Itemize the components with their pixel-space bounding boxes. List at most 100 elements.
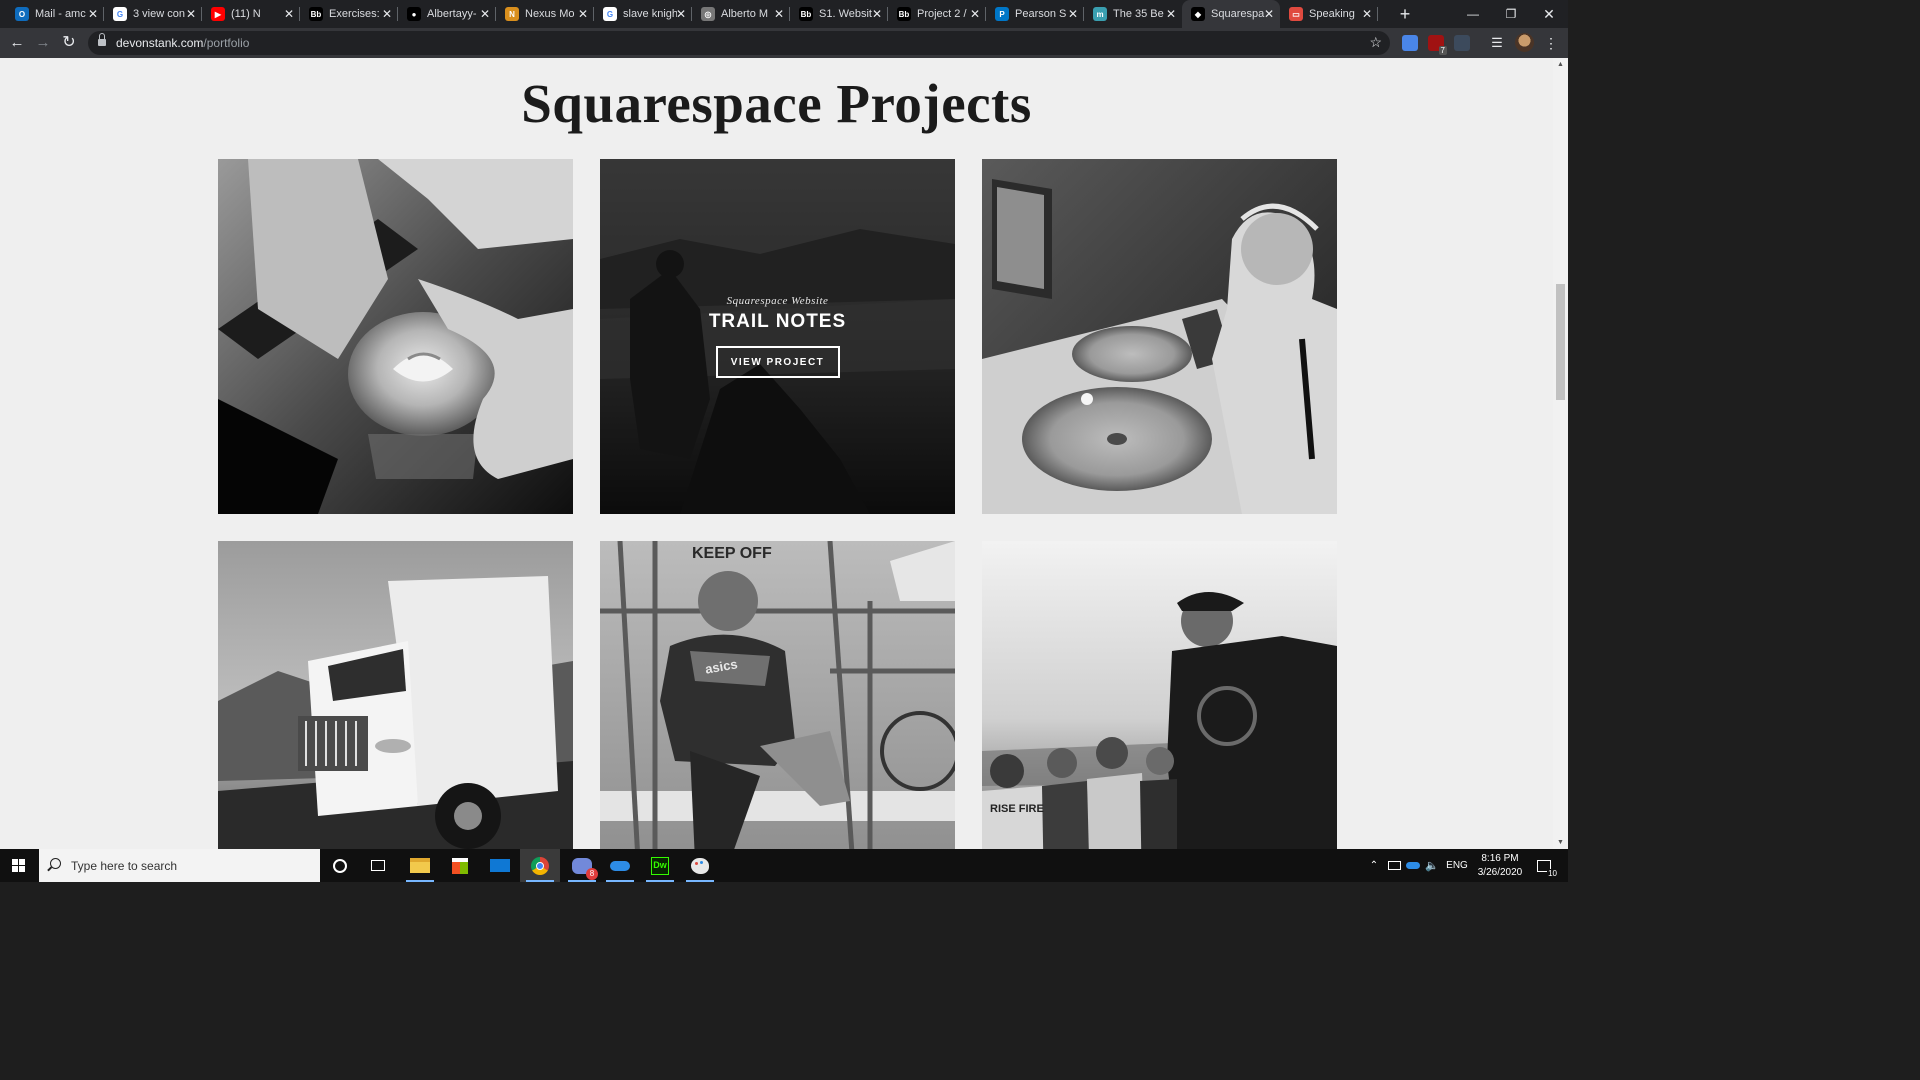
notification-count: 10 <box>1547 868 1558 878</box>
browser-tab[interactable]: m The 35 Be ✕ <box>1084 0 1182 28</box>
close-tab-icon[interactable]: ✕ <box>186 7 196 21</box>
browser-tab[interactable]: Gslave knigh ✕ <box>594 0 692 28</box>
dreamweaver-icon[interactable]: Dw <box>640 849 680 882</box>
close-tab-icon[interactable]: ✕ <box>88 7 98 21</box>
project-tile-trail-notes[interactable]: Squarespace Website TRAIL NOTES VIEW PRO… <box>600 159 955 514</box>
clock-time: 8:16 PM <box>1481 853 1519 864</box>
chrome-taskbar-icon[interactable] <box>520 849 560 882</box>
network-icon[interactable] <box>1385 849 1403 882</box>
browser-tab[interactable]: N Nexus Mo ✕ <box>496 0 594 28</box>
notifications-icon[interactable]: 10 <box>1532 849 1558 882</box>
squarespace-icon: ◆ <box>1191 7 1205 21</box>
profile-avatar[interactable] <box>1515 33 1534 52</box>
mail-icon[interactable] <box>480 849 520 882</box>
medium-icon: m <box>1093 7 1107 21</box>
clock-date: 3/26/2020 <box>1477 867 1523 878</box>
project-title: TRAIL NOTES <box>708 311 847 332</box>
page-scrollbar[interactable]: ▲ ▼ <box>1553 58 1568 849</box>
close-tab-icon[interactable]: ✕ <box>970 7 980 21</box>
media-control-icon[interactable]: ☰ <box>1486 33 1508 53</box>
browser-tab[interactable]: P Pearson S ✕ <box>986 0 1084 28</box>
close-tab-icon[interactable]: ✕ <box>1068 7 1078 21</box>
browser-tab[interactable]: O Mail - amc ✕ <box>6 0 104 28</box>
tab-title: Albertayy- <box>427 8 477 20</box>
tab-title: The 35 Be <box>1113 8 1164 20</box>
browser-tab[interactable]: Bb Project 2 /✕ <box>888 0 986 28</box>
reload-icon[interactable]: ↻ <box>58 33 80 53</box>
tab-separator <box>1377 7 1378 21</box>
shirt-text: RISE FIRE <box>990 803 1044 815</box>
scroll-up-arrow-icon[interactable]: ▲ <box>1557 61 1564 68</box>
close-window-button[interactable]: ✕ <box>1530 0 1568 28</box>
pearson-icon: P <box>995 7 1009 21</box>
project-tile-dj[interactable] <box>982 159 1337 514</box>
project-tile-cyclist[interactable]: KEEP OFF asics <box>600 541 955 849</box>
slides-icon: ▭ <box>1289 7 1303 21</box>
browser-tab[interactable]: ◆ Squarespa ✕ <box>1182 0 1280 28</box>
windows-start-icon[interactable] <box>0 849 38 882</box>
browser-tab[interactable]: Bb Exercises: ✕ <box>300 0 398 28</box>
task-view-icon[interactable] <box>358 849 398 882</box>
browser-tab[interactable]: ◎ Alberto M ✕ <box>692 0 790 28</box>
chrome-menu-icon[interactable]: ⋮ <box>1540 33 1562 53</box>
address-url[interactable]: devonstank.com/portfolio <box>116 36 249 50</box>
new-tab-button[interactable]: + <box>1395 4 1415 24</box>
ublock-extension-icon[interactable]: 7 <box>1428 35 1447 55</box>
app-icon[interactable] <box>600 849 640 882</box>
project-tile-coach[interactable]: RISE FIRE <box>982 541 1337 849</box>
close-tab-icon[interactable]: ✕ <box>872 7 882 21</box>
browser-tab[interactable]: ▭ Speaking ✕ <box>1280 0 1378 28</box>
microsoft-store-icon[interactable] <box>440 849 480 882</box>
file-explorer-icon[interactable] <box>400 849 440 882</box>
forward-icon[interactable]: → <box>32 33 54 53</box>
minimize-button[interactable]: — <box>1454 0 1492 28</box>
close-tab-icon[interactable]: ✕ <box>1362 7 1372 21</box>
tab-title: S1. Websit <box>819 8 872 20</box>
restore-button[interactable]: ❐ <box>1492 0 1530 28</box>
taskbar-search-box[interactable]: Type here to search <box>39 849 320 882</box>
taskbar-clock[interactable]: 8:16 PM 3/26/2020 <box>1470 852 1530 880</box>
view-project-button[interactable]: VIEW PROJECT <box>715 346 840 378</box>
scrollbar-thumb[interactable] <box>1556 284 1565 400</box>
extension-icon[interactable] <box>1454 35 1470 51</box>
close-tab-icon[interactable]: ✕ <box>774 7 784 21</box>
onedrive-icon[interactable] <box>1404 849 1422 882</box>
browser-tab-strip: + — ❐ ✕ O Mail - amc ✕ G 3 view con ✕ ▶ (11) N ✕… <box>0 0 1568 28</box>
close-tab-icon[interactable]: ✕ <box>382 7 392 21</box>
tab-title: 3 view con <box>133 8 185 20</box>
tab-title: Squarespa <box>1211 8 1265 20</box>
bookmark-star-icon[interactable]: ☆ <box>1369 34 1382 51</box>
search-icon <box>50 858 61 869</box>
browser-tab[interactable]: Bb S1. Websit ✕ <box>790 0 888 28</box>
globe-icon: ◎ <box>701 7 715 21</box>
lock-icon <box>98 33 106 47</box>
browser-tab[interactable]: ● Albertayy- ✕ <box>398 0 496 28</box>
cortana-icon[interactable] <box>320 849 360 882</box>
google-icon: G <box>603 7 617 21</box>
tab-title: slave knigh <box>623 8 677 20</box>
truck-photo <box>218 541 573 849</box>
tab-title: Project 2 / <box>917 8 967 20</box>
browser-tab[interactable]: ▶ (11) N ✕ <box>202 0 300 28</box>
project-tile-truck[interactable] <box>218 541 573 849</box>
docs-extension-icon[interactable] <box>1402 35 1418 51</box>
language-indicator[interactable]: ENG <box>1444 849 1470 882</box>
outlook-icon: O <box>15 7 29 21</box>
project-tile-latte[interactable] <box>218 159 573 514</box>
close-tab-icon[interactable]: ✕ <box>480 7 490 21</box>
show-hidden-icons-chevron-icon[interactable]: ⌃ <box>1366 849 1382 882</box>
scroll-down-arrow-icon[interactable]: ▼ <box>1557 839 1564 846</box>
paint-icon[interactable] <box>680 849 720 882</box>
page-title: Squarespace Projects <box>521 73 1032 134</box>
close-tab-icon[interactable]: ✕ <box>676 7 686 21</box>
close-tab-icon[interactable]: ✕ <box>578 7 588 21</box>
discord-icon[interactable]: 8 <box>562 849 602 882</box>
taskbar-search-placeholder: Type here to search <box>71 859 178 873</box>
volume-icon[interactable]: 🔈 <box>1423 849 1441 882</box>
close-tab-icon[interactable]: ✕ <box>1264 7 1274 21</box>
address-bar[interactable]: devonstank.com/portfolio ☆ <box>88 31 1390 55</box>
close-tab-icon[interactable]: ✕ <box>1166 7 1176 21</box>
back-icon[interactable]: ← <box>6 33 28 53</box>
close-tab-icon[interactable]: ✕ <box>284 7 294 21</box>
browser-tab[interactable]: G 3 view con ✕ <box>104 0 202 28</box>
